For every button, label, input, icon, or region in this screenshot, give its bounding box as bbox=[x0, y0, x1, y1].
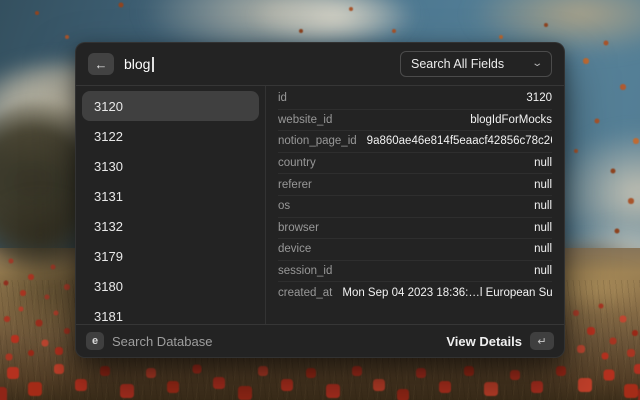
detail-value: null bbox=[534, 222, 552, 234]
list-item[interactable]: 3132 bbox=[82, 211, 259, 241]
content: 3120 3122 3130 3131 3132 3179 3180 3181 … bbox=[76, 86, 564, 324]
poppies bbox=[0, 0, 2, 2]
detail-value: 3120 bbox=[526, 92, 552, 104]
extension-icon: e bbox=[86, 332, 104, 350]
detail-row: os null bbox=[278, 196, 552, 218]
command-title: Search Database bbox=[112, 334, 212, 349]
list-item[interactable]: 3179 bbox=[82, 241, 259, 271]
detail-key: browser bbox=[278, 222, 319, 234]
detail-row: referer null bbox=[278, 174, 552, 196]
detail-row: website_id blogIdForMocks bbox=[278, 110, 552, 132]
detail-key: id bbox=[278, 92, 287, 104]
detail-value: Mon Sep 04 2023 18:36:…l European Summer… bbox=[342, 287, 552, 299]
text-caret bbox=[152, 57, 154, 72]
list-item[interactable]: 3130 bbox=[82, 151, 259, 181]
detail-key: referer bbox=[278, 179, 312, 191]
detail-value: null bbox=[534, 179, 552, 191]
detail-row: session_id null bbox=[278, 261, 552, 283]
search-window: ← blog Search All Fields ⌄ 3120 3122 313… bbox=[75, 42, 565, 358]
detail-value: null bbox=[534, 157, 552, 169]
detail-value: null bbox=[534, 265, 552, 277]
detail-key: notion_page_id bbox=[278, 135, 357, 147]
list-item[interactable]: 3181 bbox=[82, 301, 259, 324]
detail-row: device null bbox=[278, 239, 552, 261]
top-bar: ← blog Search All Fields ⌄ bbox=[76, 43, 564, 86]
detail-value: 9a860ae46e814f5eaacf42856c78c26a bbox=[367, 135, 552, 147]
list-item[interactable]: 3131 bbox=[82, 181, 259, 211]
search-query-text: blog bbox=[124, 56, 150, 72]
enter-key-icon: ↵ bbox=[530, 332, 554, 350]
detail-row: country null bbox=[278, 153, 552, 175]
back-button[interactable]: ← bbox=[88, 53, 114, 75]
detail-key: session_id bbox=[278, 265, 332, 277]
back-icon: ← bbox=[95, 57, 108, 72]
action-bar: e Search Database View Details ↵ bbox=[76, 324, 564, 357]
detail-row: created_at Mon Sep 04 2023 18:36:…l Euro… bbox=[278, 282, 552, 304]
chevron-down-icon: ⌄ bbox=[531, 59, 543, 69]
list-item[interactable]: 3180 bbox=[82, 271, 259, 301]
search-input[interactable]: blog bbox=[124, 56, 154, 72]
primary-action-label: View Details bbox=[446, 334, 522, 349]
detail-key: created_at bbox=[278, 287, 332, 299]
dropdown-value: Search All Fields bbox=[411, 57, 504, 71]
detail-value: null bbox=[534, 200, 552, 212]
search-scope-dropdown[interactable]: Search All Fields ⌄ bbox=[400, 51, 552, 77]
details-panel: id 3120 website_id blogIdForMocks notion… bbox=[266, 86, 564, 324]
detail-value: null bbox=[534, 243, 552, 255]
detail-row: notion_page_id 9a860ae46e814f5eaacf42856… bbox=[278, 131, 552, 153]
results-list: 3120 3122 3130 3131 3132 3179 3180 3181 bbox=[76, 86, 266, 324]
detail-row: browser null bbox=[278, 218, 552, 240]
list-item[interactable]: 3122 bbox=[82, 121, 259, 151]
detail-key: website_id bbox=[278, 114, 332, 126]
detail-key: os bbox=[278, 200, 290, 212]
list-item[interactable]: 3120 bbox=[82, 91, 259, 121]
detail-value: blogIdForMocks bbox=[470, 114, 552, 126]
detail-key: device bbox=[278, 243, 311, 255]
detail-row: id 3120 bbox=[278, 88, 552, 110]
detail-key: country bbox=[278, 157, 316, 169]
primary-action[interactable]: View Details ↵ bbox=[446, 332, 554, 350]
